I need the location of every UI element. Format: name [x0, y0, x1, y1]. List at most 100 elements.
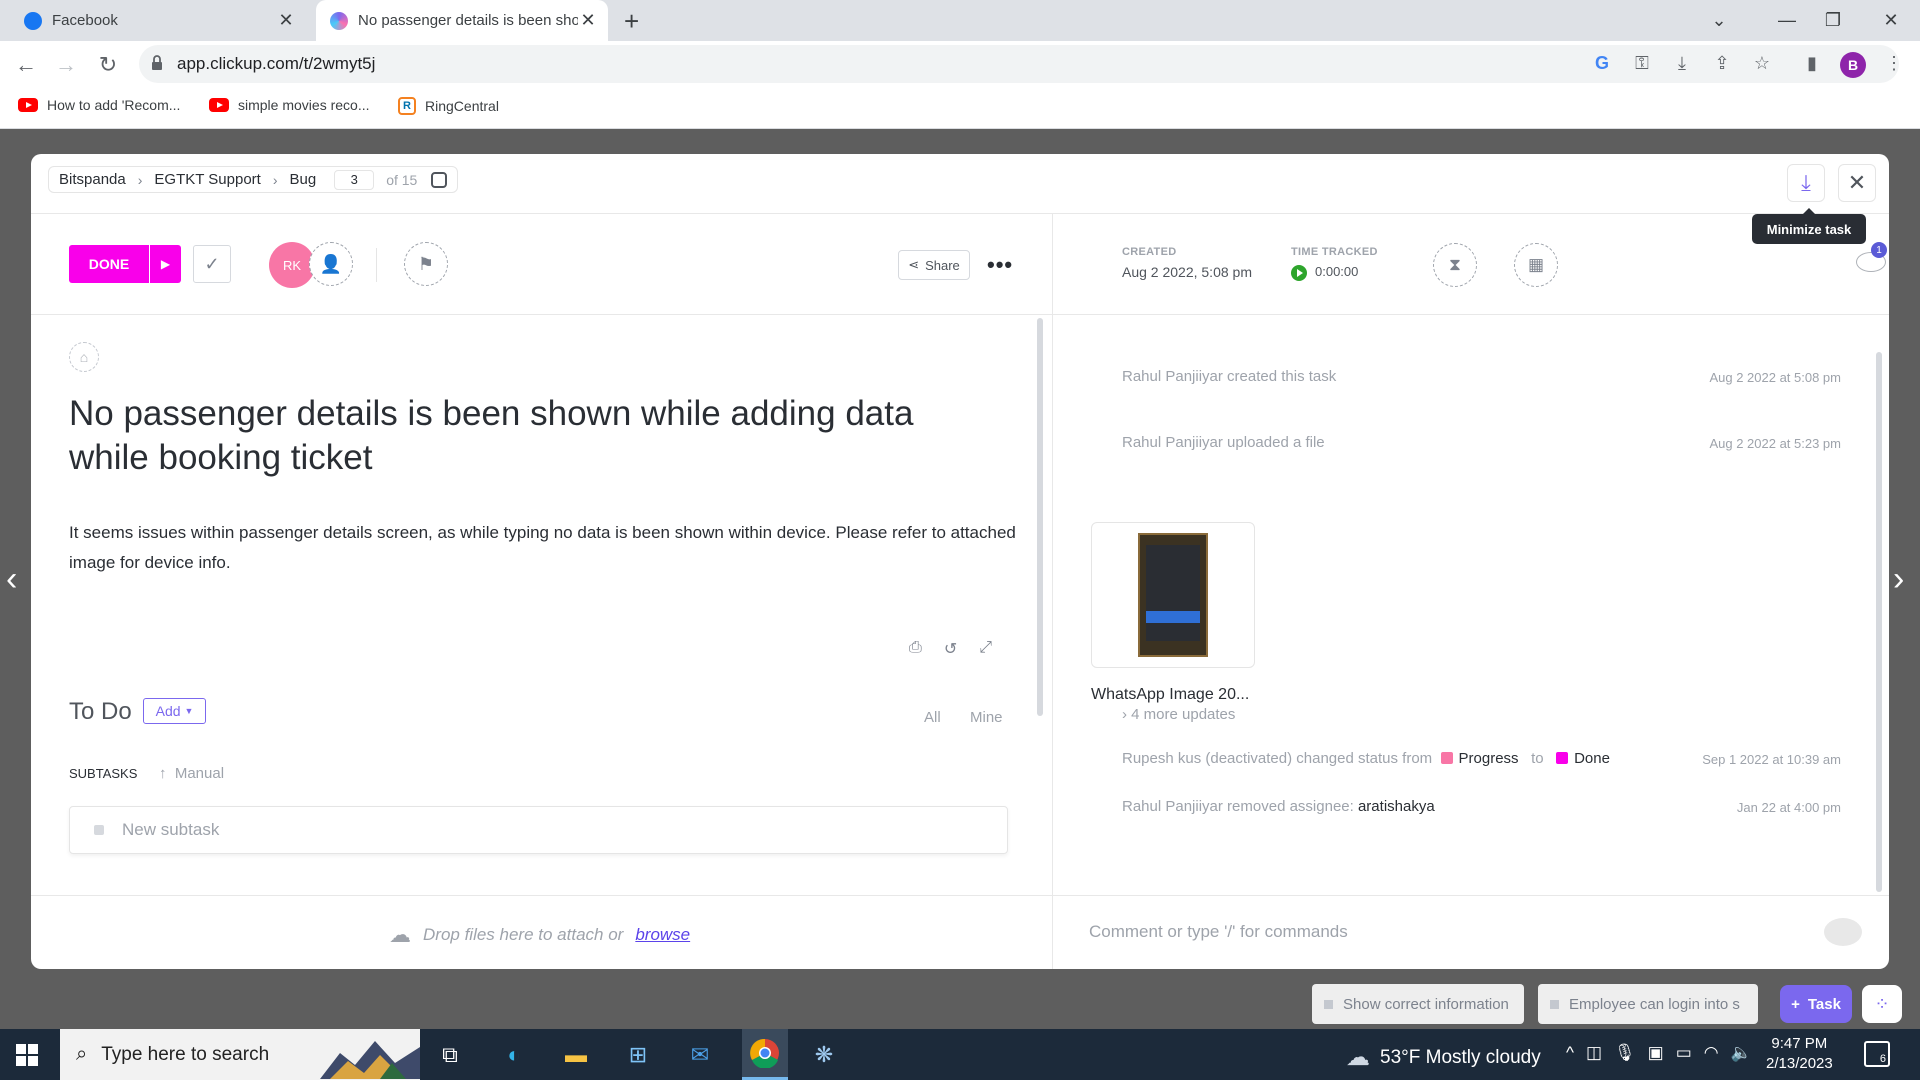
attachment-name[interactable]: WhatsApp Image 20...	[1091, 686, 1249, 704]
attachment-thumbnail[interactable]	[1091, 522, 1255, 668]
volume-icon[interactable]: 🔈	[1731, 1043, 1752, 1063]
chevron-up-icon[interactable]: ^	[1566, 1043, 1574, 1063]
history-icon[interactable]: ↺	[944, 639, 957, 659]
sort-toggle[interactable]: ↑ Manual	[159, 765, 224, 782]
scrollbar[interactable]	[1876, 352, 1882, 892]
windows-taskbar: ⌕ Type here to search ⧉ ◐ ▬ ⊞ ✉ ❋ ☁ 53°F…	[0, 1029, 1920, 1080]
chevron-right-icon: ›	[137, 171, 143, 188]
microsoft-store-icon[interactable]: ⊞	[620, 1037, 656, 1073]
browser-tab-clickup[interactable]: No passenger details is been sho ✕	[316, 0, 608, 41]
status-button[interactable]: DONE	[69, 245, 149, 283]
profile-avatar[interactable]: B	[1840, 52, 1866, 78]
close-tab-icon[interactable]: ✕	[578, 10, 598, 31]
edge-icon[interactable]: ◐	[496, 1037, 532, 1073]
due-date-calendar-icon[interactable]: ▦	[1514, 243, 1558, 287]
share-button[interactable]: ⋖ Share	[898, 250, 970, 280]
restore-window-button[interactable]: ❐	[1810, 0, 1856, 41]
task-action-row: DONE ▶ ✓ RK 👤 ⚑ ⋖ Share •••	[31, 214, 1053, 315]
system-clock[interactable]: 9:47 PM 2/13/2023	[1766, 1034, 1833, 1074]
breadcrumb-workspace[interactable]: Bitspanda	[59, 171, 126, 188]
new-subtask-input[interactable]: New subtask	[69, 806, 1008, 854]
more-options-icon[interactable]: •••	[987, 252, 1013, 278]
menu-kebab-icon[interactable]: ⋮	[1882, 51, 1906, 75]
task-description[interactable]: It seems issues within passenger details…	[69, 518, 1019, 578]
filter-all[interactable]: All	[924, 709, 941, 726]
reload-button[interactable]: ↻	[92, 49, 124, 81]
battery-icon[interactable]: ▭	[1676, 1043, 1692, 1063]
watchers-count-badge: 1	[1871, 242, 1887, 258]
bookmark-item[interactable]: R RingCentral	[398, 97, 499, 115]
close-tab-icon[interactable]: ✕	[276, 10, 296, 31]
add-label: Add	[155, 703, 181, 719]
bookmark-item[interactable]: simple movies reco...	[209, 97, 369, 113]
comment-bubble-icon[interactable]	[1824, 918, 1862, 946]
next-status-button[interactable]: ▶	[150, 245, 181, 283]
more-updates-toggle[interactable]: › 4 more updates	[1122, 706, 1235, 723]
breadcrumb-folder[interactable]: EGTKT Support	[154, 171, 260, 188]
add-assignee-icon[interactable]: 👤	[309, 242, 353, 286]
display-icon[interactable]: ▣	[1648, 1043, 1664, 1063]
chevron-right-icon: ›	[272, 171, 278, 188]
open-in-new-icon[interactable]	[431, 171, 448, 188]
task-index-input[interactable]: 3	[334, 169, 375, 190]
add-checklist-button[interactable]: Add ▼	[143, 698, 206, 724]
task-view-icon[interactable]: ⧉	[432, 1037, 468, 1073]
new-task-button[interactable]: + Task	[1780, 985, 1852, 1023]
file-explorer-icon[interactable]: ▬	[558, 1037, 594, 1073]
key-icon[interactable]: ⚿	[1630, 51, 1654, 75]
forward-button[interactable]: →	[50, 49, 82, 81]
taskbar-search[interactable]: ⌕ Type here to search	[60, 1029, 420, 1080]
priority-flag-icon[interactable]: ⚑	[404, 242, 448, 286]
bookmark-item[interactable]: How to add 'Recom...	[18, 97, 180, 113]
install-icon[interactable]: ⤓	[1670, 51, 1694, 75]
bookmark-star-icon[interactable]: ☆	[1750, 51, 1774, 75]
tab-search-icon[interactable]: ⌄	[1696, 0, 1742, 41]
camera-icon[interactable]: ◫	[1586, 1043, 1602, 1063]
close-window-button[interactable]: ✕	[1868, 0, 1914, 41]
print-icon[interactable]: ⎙	[909, 639, 922, 659]
modal-header: Bitspanda › EGTKT Support › Bug 3 of 15 …	[31, 154, 1889, 214]
next-task-arrow-icon[interactable]: ›	[1893, 560, 1904, 599]
chrome-icon[interactable]	[742, 1029, 788, 1080]
notification-center-icon[interactable]: 6	[1864, 1041, 1890, 1067]
windows-start-icon[interactable]	[16, 1044, 38, 1066]
file-drop-zone[interactable]: ☁ Drop files here to attach or browse	[31, 895, 1053, 969]
cloudy-weather-icon: ☁	[1346, 1044, 1370, 1071]
scrollbar[interactable]	[1037, 318, 1043, 716]
time-estimate-hourglass-icon[interactable]: ⧗	[1433, 243, 1477, 287]
google-icon[interactable]: G	[1590, 51, 1614, 75]
mark-complete-button[interactable]: ✓	[193, 245, 231, 283]
time-tracker[interactable]: 0:00:00	[1291, 264, 1358, 281]
minimize-window-button[interactable]: —	[1764, 0, 1810, 41]
microphone-icon[interactable]: 🎙	[1614, 1043, 1636, 1063]
expand-icon[interactable]: ⤢	[979, 639, 992, 659]
weather-widget[interactable]: ☁ 53°F Mostly cloudy	[1346, 1043, 1541, 1072]
minimize-task-button[interactable]: ⤓	[1787, 164, 1825, 202]
search-placeholder: Type here to search	[101, 1043, 270, 1065]
minimized-task[interactable]: Employee can login into s	[1538, 984, 1758, 1024]
youtube-icon	[18, 98, 38, 112]
chevron-right-icon: ›	[1122, 706, 1127, 723]
close-modal-button[interactable]: ✕	[1838, 164, 1876, 202]
task-title[interactable]: No passenger details is been shown while…	[69, 392, 969, 480]
apps-grid-icon[interactable]: ⁘	[1862, 985, 1902, 1023]
mail-icon[interactable]: ✉	[682, 1037, 718, 1073]
cloud-upload-icon: ☁	[389, 922, 411, 947]
previous-task-arrow-icon[interactable]: ‹	[6, 560, 17, 599]
tab-title: Facebook	[52, 12, 118, 29]
browse-link[interactable]: browse	[635, 925, 690, 945]
breadcrumb-list[interactable]: Bug	[290, 171, 317, 188]
side-panel-icon[interactable]: ▮	[1800, 51, 1824, 75]
browser-tab-facebook[interactable]: Facebook ✕	[24, 0, 304, 41]
comment-input[interactable]: Comment or type '/' for commands	[1053, 895, 1889, 969]
back-button[interactable]: ←	[10, 49, 42, 81]
share-page-icon[interactable]: ⇪	[1710, 51, 1734, 75]
new-tab-button[interactable]: +	[624, 6, 639, 37]
app-icon[interactable]: ❋	[806, 1037, 842, 1073]
tag-icon[interactable]: ⌂	[69, 342, 99, 372]
youtube-icon	[209, 98, 229, 112]
wifi-icon[interactable]: ◠	[1704, 1043, 1719, 1063]
activity-date: Aug 2 2022 at 5:08 pm	[1709, 370, 1841, 385]
filter-mine[interactable]: Mine	[970, 709, 1003, 726]
minimized-task[interactable]: Show correct information	[1312, 984, 1524, 1024]
